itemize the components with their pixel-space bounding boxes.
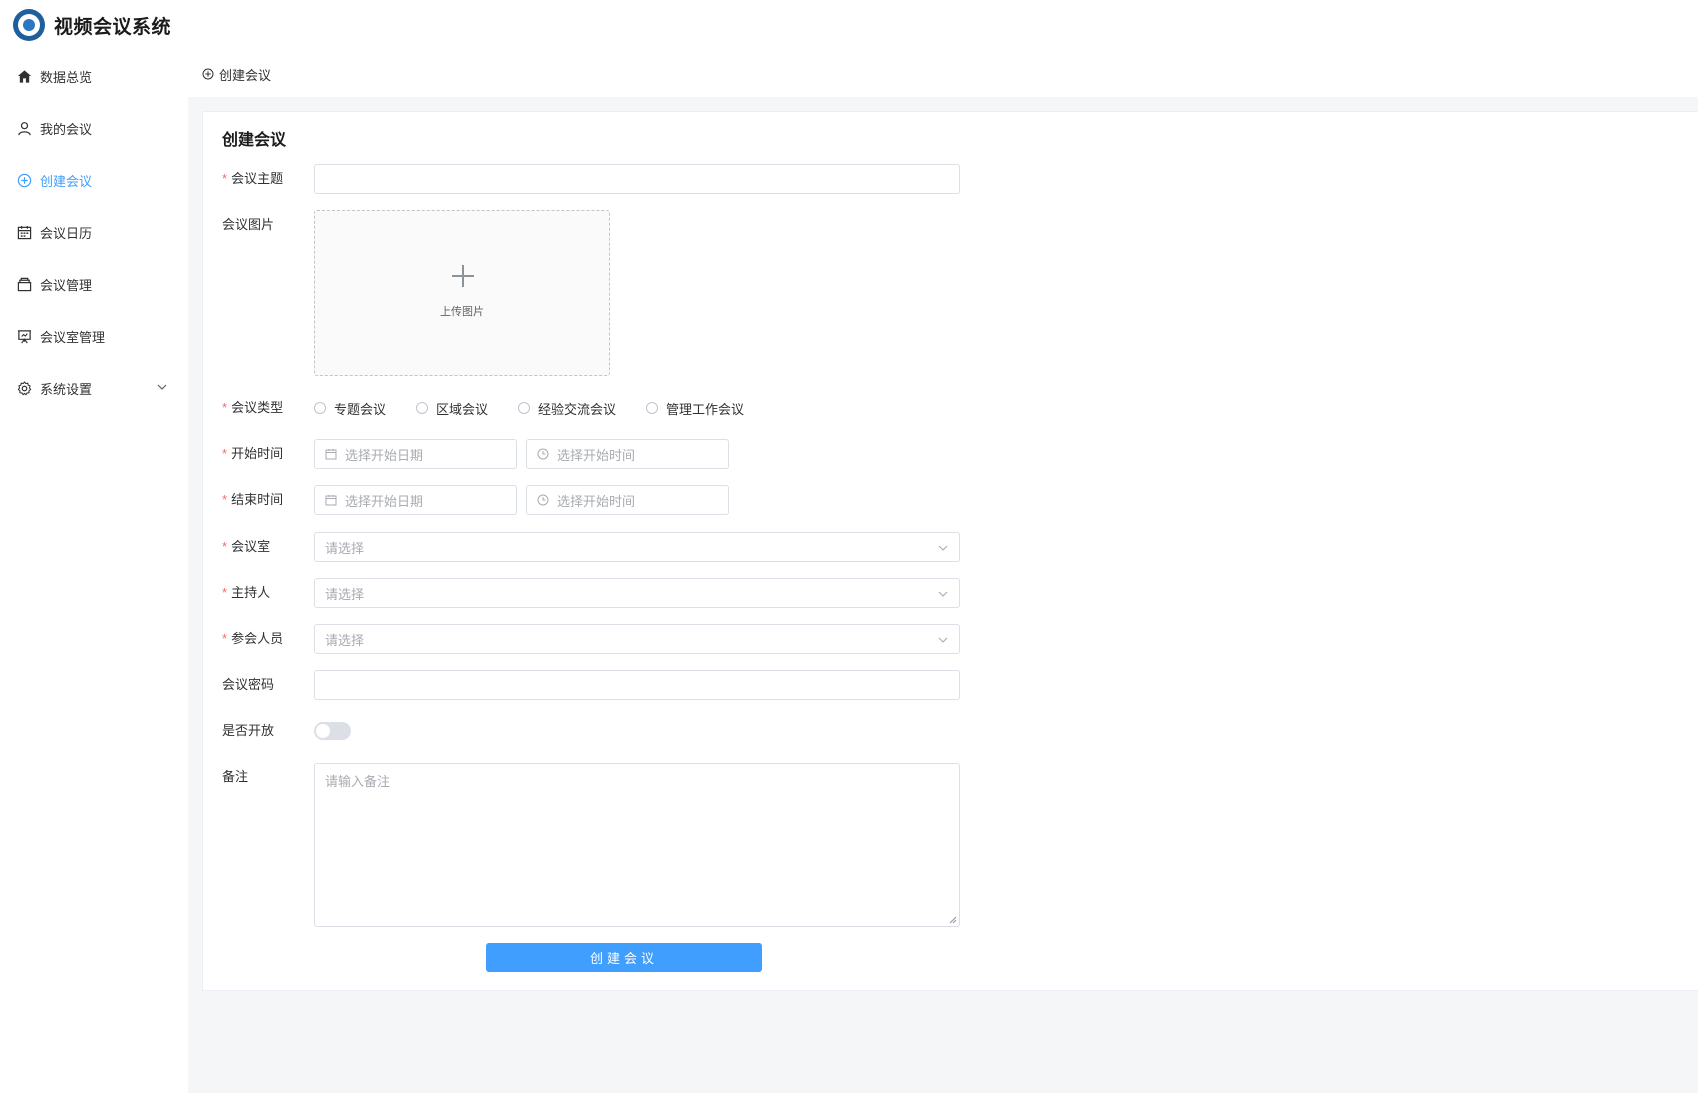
- box-icon: [17, 277, 32, 292]
- end-date-picker[interactable]: 选择开始日期: [314, 485, 517, 515]
- sidebar-item-system-settings[interactable]: 系统设置: [0, 362, 188, 414]
- start-time-pickers: 选择开始日期 选择开始时间: [314, 439, 734, 469]
- clock-icon: [537, 494, 549, 506]
- end-time-picker[interactable]: 选择开始时间: [526, 485, 729, 515]
- sidebar-item-label: 系统设置: [40, 381, 93, 397]
- calendar-icon: [17, 225, 32, 240]
- app-header: 视频会议系统: [13, 9, 171, 41]
- circle-plus-icon: [17, 173, 32, 188]
- sidebar-item-label: 会议室管理: [40, 329, 106, 345]
- sidebar-item-label: 我的会议: [40, 121, 93, 137]
- breadcrumb: 创建会议: [202, 64, 271, 84]
- open-label: 是否开放: [222, 723, 275, 738]
- radio-circle: [518, 402, 531, 414]
- participants-select[interactable]: 请选择: [314, 624, 960, 654]
- radio-circle: [314, 402, 326, 414]
- required-mark: *: [222, 171, 228, 186]
- sidebar-item-meeting-management[interactable]: 会议管理: [0, 258, 188, 310]
- start-time-picker[interactable]: 选择开始时间: [526, 439, 729, 469]
- remark-placeholder: 请输入备注: [325, 774, 391, 789]
- sidebar-item-room-management[interactable]: 会议室管理: [0, 310, 188, 362]
- meeting-type-radio-group: 专题会议 区域会议 经验交流会议 管理工作会议: [314, 398, 744, 418]
- radio-management-meeting[interactable]: 管理工作会议: [646, 399, 744, 418]
- radio-experience-meeting[interactable]: 经验交流会议: [518, 399, 616, 418]
- chevron-down-icon: [938, 591, 948, 597]
- participants-label: * 参会人员: [222, 631, 284, 646]
- sidebar-item-label: 会议日历: [40, 225, 93, 241]
- sidebar-item-label: 会议管理: [40, 277, 93, 293]
- sidebar-item-calendar[interactable]: 会议日历: [0, 206, 188, 258]
- password-label: 会议密码: [222, 677, 275, 692]
- host-select[interactable]: 请选择: [314, 578, 960, 608]
- required-mark: *: [222, 539, 228, 554]
- host-select-placeholder: 请选择: [325, 586, 365, 602]
- presentation-icon: [17, 329, 32, 344]
- calendar-icon: [325, 449, 337, 460]
- image-upload[interactable]: 上传图片: [314, 210, 610, 376]
- radio-circle: [646, 402, 659, 414]
- password-input[interactable]: [314, 670, 960, 700]
- room-label: * 会议室: [222, 539, 271, 554]
- clock-icon: [537, 448, 549, 460]
- plus-icon: [452, 265, 474, 287]
- end-time-pickers: 选择开始日期 选择开始时间: [314, 485, 734, 515]
- form-row-participants: * 参会人员 请选择: [203, 624, 1203, 654]
- required-mark: *: [222, 585, 228, 600]
- end-time-label: * 结束时间: [222, 492, 284, 507]
- participants-select-placeholder: 请选择: [325, 632, 365, 648]
- create-meeting-button[interactable]: 创建会议: [486, 943, 762, 972]
- sidebar: 数据总览 我的会议 创建会议 会议日历 会议管理 会议室管理 系统设置: [0, 50, 188, 1093]
- type-label: * 会议类型: [222, 400, 284, 415]
- form-row-room: * 会议室 请选择: [203, 532, 1203, 562]
- remark-label: 备注: [222, 769, 249, 784]
- upload-text: 上传图片: [440, 306, 484, 318]
- radio-circle: [416, 402, 429, 414]
- start-date-picker[interactable]: 选择开始日期: [314, 439, 517, 469]
- form-row-open: 是否开放: [203, 721, 1203, 740]
- chevron-down-icon: [938, 545, 948, 551]
- room-select[interactable]: 请选择: [314, 532, 960, 562]
- breadcrumb-label: 创建会议: [219, 67, 272, 83]
- host-label: * 主持人: [222, 585, 271, 600]
- topic-label: * 会议主题: [222, 171, 284, 186]
- create-meeting-card: 创建会议 * 会议主题 会议图片 上传图片 * 会议类型 专题会议 区域会议 经验交…: [202, 111, 1698, 991]
- user-icon: [17, 121, 32, 136]
- required-mark: *: [222, 492, 228, 507]
- form-row-host: * 主持人 请选择: [203, 578, 1203, 608]
- page-title: 创建会议: [222, 132, 287, 149]
- calendar-icon: [325, 495, 337, 506]
- sidebar-item-label: 数据总览: [40, 69, 93, 85]
- remark-textarea[interactable]: 请输入备注: [314, 763, 960, 927]
- open-toggle[interactable]: [314, 722, 351, 740]
- toggle-knob: [316, 724, 330, 738]
- topic-input[interactable]: [314, 164, 960, 194]
- sidebar-item-my-meetings[interactable]: 我的会议: [0, 102, 188, 154]
- circle-plus-icon: [202, 68, 214, 80]
- sidebar-item-dashboard[interactable]: 数据总览: [0, 50, 188, 102]
- room-select-placeholder: 请选择: [325, 540, 365, 556]
- radio-topic-meeting[interactable]: 专题会议: [314, 399, 386, 418]
- app-title: 视频会议系统: [54, 16, 172, 38]
- required-mark: *: [222, 446, 228, 461]
- required-mark: *: [222, 631, 228, 646]
- globe-emblem-icon: [13, 9, 45, 41]
- form-row-image: 会议图片 上传图片: [203, 210, 1203, 376]
- chevron-down-icon: [157, 384, 167, 390]
- form-row-remark: 备注 请输入备注: [203, 763, 1203, 927]
- gear-icon: [17, 380, 32, 396]
- home-icon: [17, 69, 32, 84]
- sidebar-item-label: 创建会议: [40, 173, 93, 189]
- radio-regional-meeting[interactable]: 区域会议: [416, 399, 488, 418]
- chevron-down-icon: [938, 637, 948, 643]
- image-label: 会议图片: [222, 217, 275, 232]
- sidebar-item-create-meeting[interactable]: 创建会议: [0, 154, 188, 206]
- resize-grip-icon[interactable]: [949, 916, 957, 924]
- required-mark: *: [222, 400, 228, 415]
- start-time-label: * 开始时间: [222, 446, 284, 461]
